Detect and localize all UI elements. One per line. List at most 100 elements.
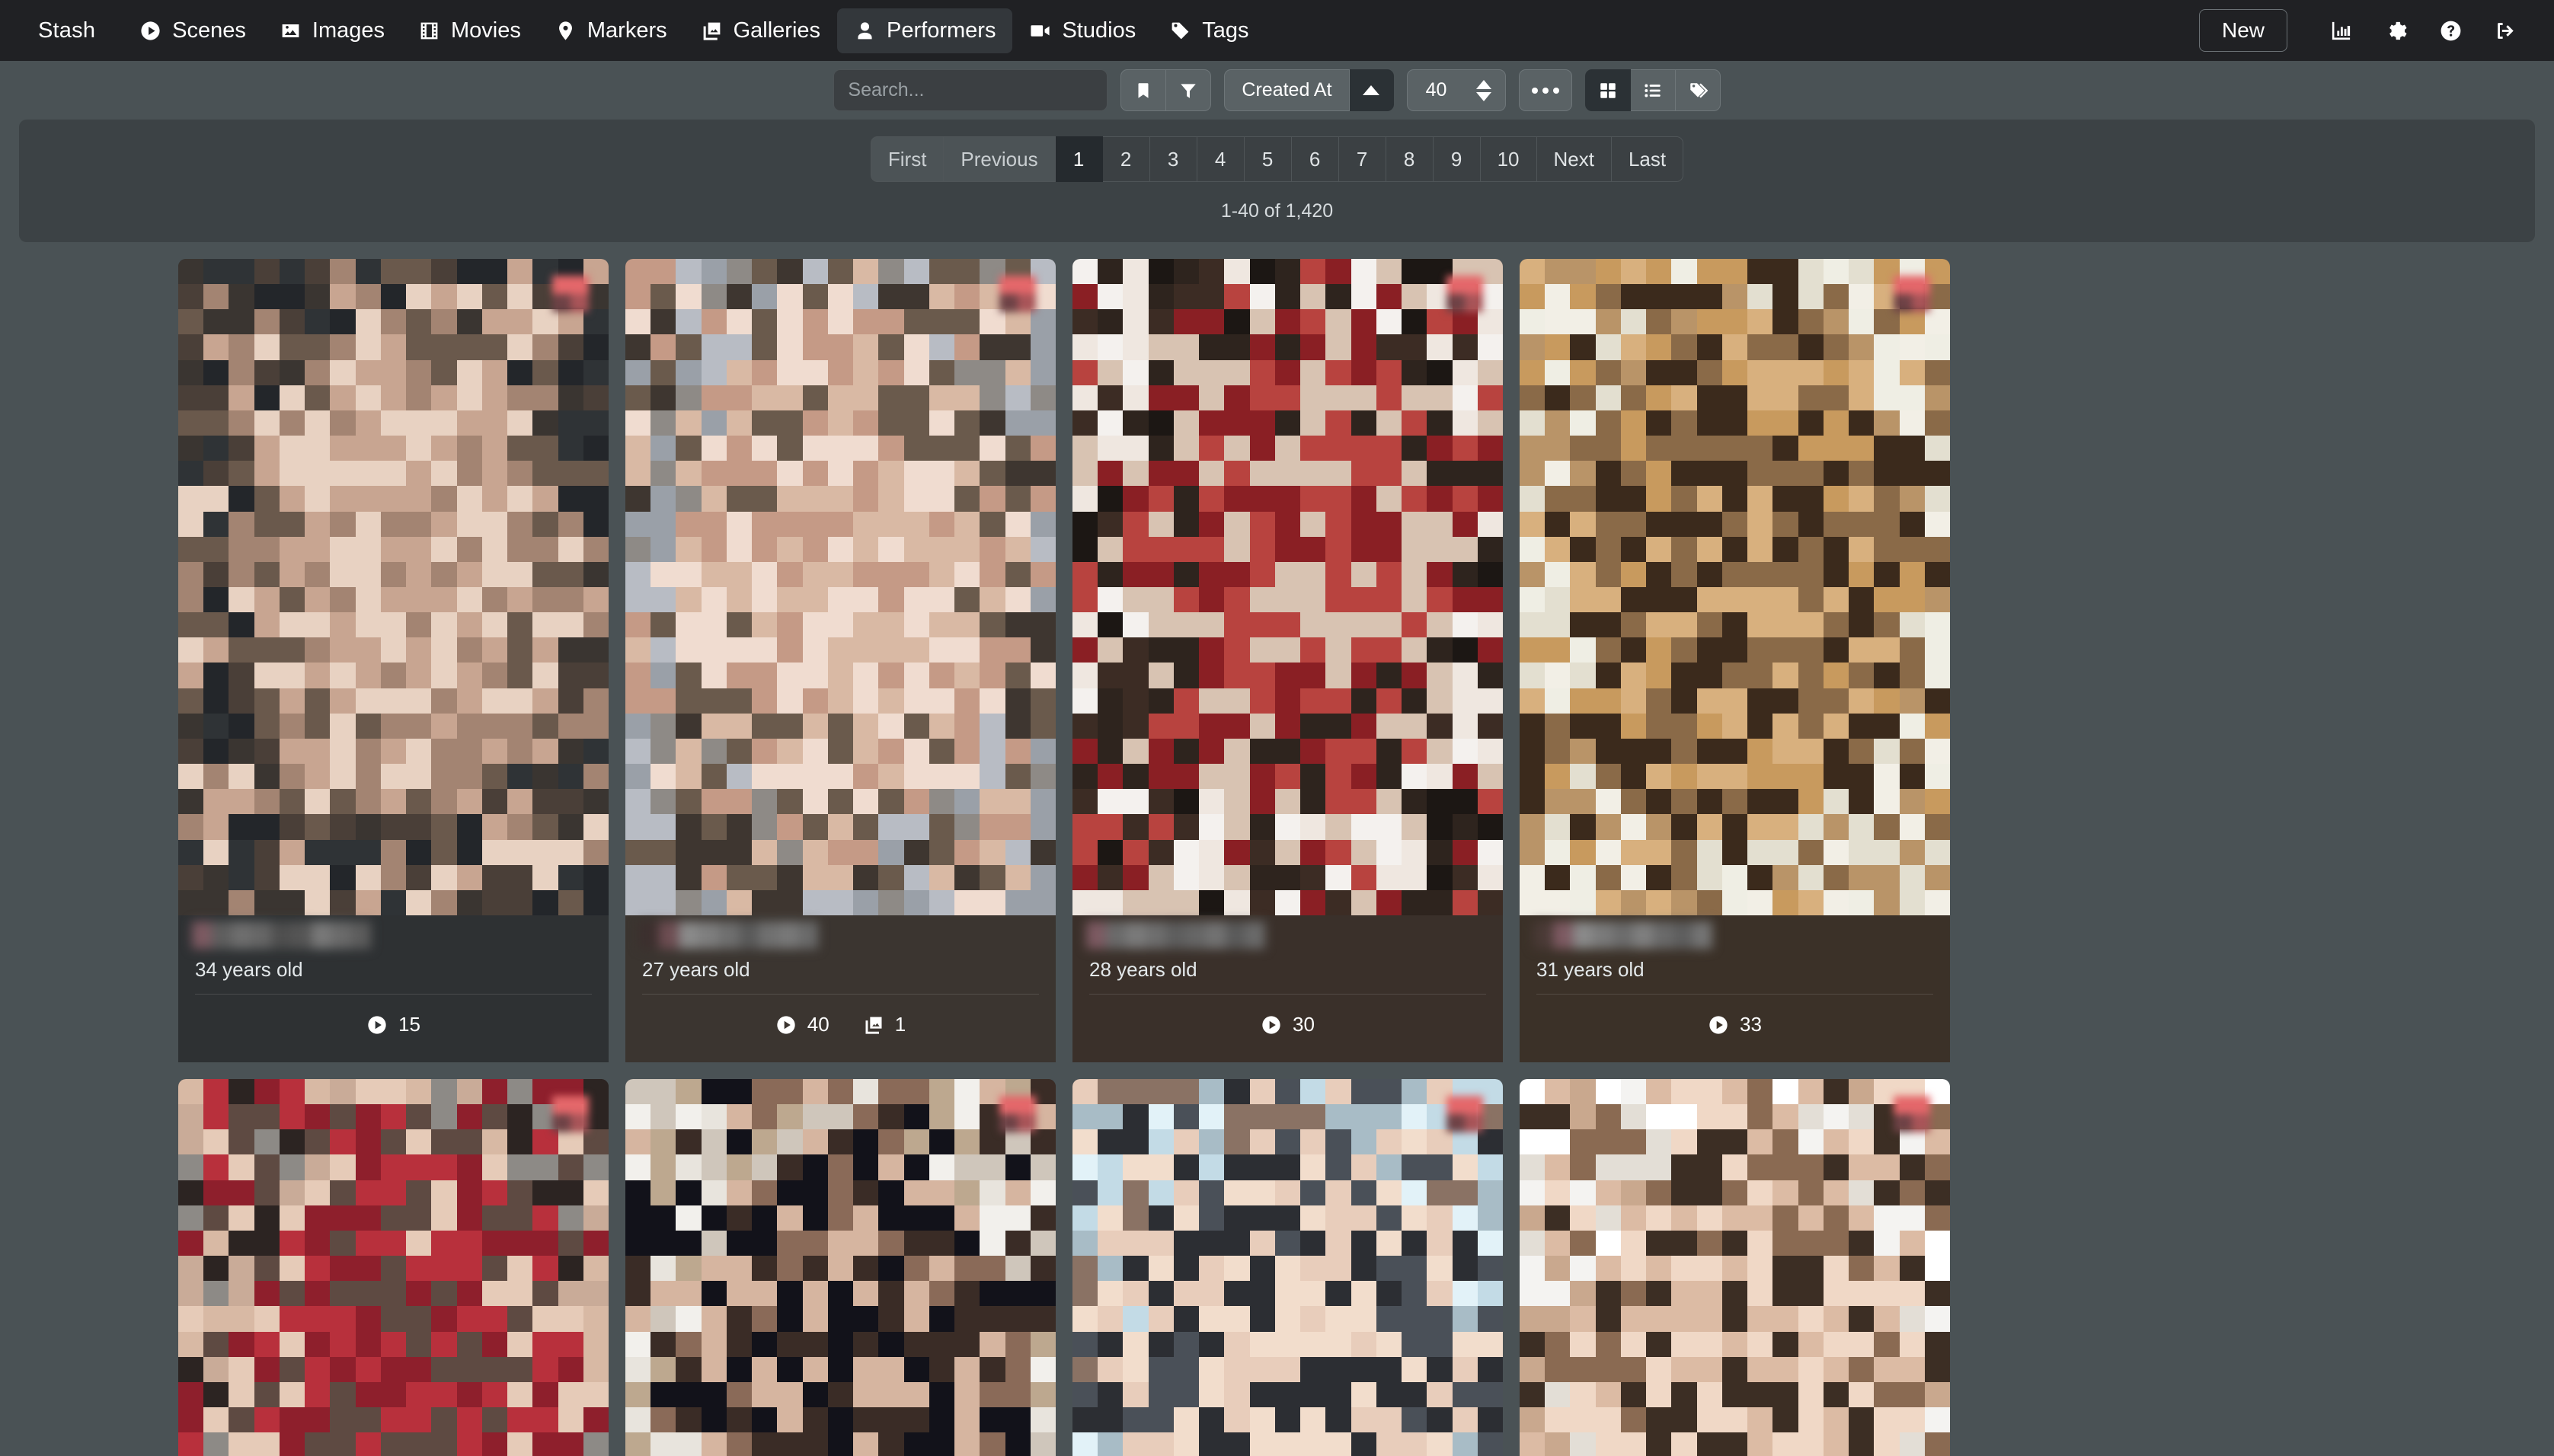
performer-card-body: 27 years old 40 1 bbox=[625, 921, 1056, 1062]
result-count: 1-40 of 1,420 bbox=[1220, 200, 1334, 222]
pagination-first[interactable]: First bbox=[870, 136, 945, 182]
page-size-dropdown[interactable]: 40 bbox=[1406, 69, 1506, 111]
nav-item-label: Markers bbox=[587, 18, 667, 43]
sort-control-group: Created At bbox=[1224, 69, 1394, 111]
performer-name-redacted bbox=[639, 921, 818, 949]
scene-count-stat: 33 bbox=[1708, 1013, 1762, 1036]
person-icon bbox=[854, 20, 876, 42]
favorite-heart-icon[interactable] bbox=[1894, 1096, 1930, 1132]
favorite-heart-icon[interactable] bbox=[1894, 276, 1930, 312]
map-pin-icon bbox=[555, 20, 577, 42]
performer-photo bbox=[1520, 259, 1950, 915]
performer-image[interactable] bbox=[625, 1079, 1056, 1456]
nav-item-label: Images bbox=[312, 18, 385, 43]
galleries-icon bbox=[863, 1014, 884, 1036]
performer-name-redacted bbox=[1086, 921, 1265, 949]
scene-count-value: 30 bbox=[1293, 1013, 1315, 1036]
navbar-right-group: New bbox=[2198, 3, 2533, 58]
performer-card[interactable] bbox=[1072, 1079, 1503, 1456]
pagination-last[interactable]: Last bbox=[1611, 136, 1684, 182]
favorite-heart-icon[interactable] bbox=[1446, 276, 1483, 312]
app-brand[interactable]: Stash bbox=[21, 18, 112, 43]
performer-card-body: 28 years old 30 bbox=[1072, 921, 1503, 1062]
search-input[interactable] bbox=[833, 69, 1108, 111]
nav-item-studios[interactable]: Studios bbox=[1012, 8, 1152, 53]
nav-item-images[interactable]: Images bbox=[263, 8, 401, 53]
new-button[interactable]: New bbox=[2198, 9, 2287, 52]
nav-item-movies[interactable]: Movies bbox=[401, 8, 538, 53]
scene-count-value: 33 bbox=[1740, 1013, 1762, 1036]
performer-card[interactable]: 34 years old 15 bbox=[178, 259, 609, 1062]
ellipsis-icon[interactable] bbox=[1518, 69, 1572, 111]
galleries-icon bbox=[701, 20, 723, 42]
performer-image[interactable] bbox=[1072, 259, 1503, 915]
play-circle-icon bbox=[366, 1014, 388, 1036]
performer-image[interactable] bbox=[1520, 259, 1950, 915]
nav-item-scenes[interactable]: Scenes bbox=[123, 8, 263, 53]
sort-field-dropdown[interactable]: Created At bbox=[1224, 69, 1350, 111]
pagination-page-1[interactable]: 1 bbox=[1055, 136, 1103, 182]
performer-image[interactable] bbox=[1072, 1079, 1503, 1456]
nav-item-markers[interactable]: Markers bbox=[538, 8, 684, 53]
performer-card[interactable] bbox=[625, 1079, 1056, 1456]
performer-card[interactable]: 31 years old 33 bbox=[1520, 259, 1950, 1062]
funnel-icon[interactable] bbox=[1166, 69, 1212, 111]
favorite-heart-icon[interactable] bbox=[999, 276, 1036, 312]
stats-chart-icon[interactable] bbox=[2313, 3, 2368, 58]
play-circle-icon bbox=[1261, 1014, 1282, 1036]
nav-item-performers[interactable]: Performers bbox=[837, 8, 1013, 53]
performer-image[interactable] bbox=[625, 259, 1056, 915]
performer-stats: 40 1 bbox=[625, 995, 1056, 1036]
performer-age: 28 years old bbox=[1089, 958, 1197, 981]
nav-item-tags[interactable]: Tags bbox=[1152, 8, 1265, 53]
list-view-icon[interactable] bbox=[1630, 69, 1676, 111]
scene-count-value: 40 bbox=[807, 1013, 829, 1036]
performer-card[interactable] bbox=[1520, 1079, 1950, 1456]
tagger-view-icon[interactable] bbox=[1675, 69, 1721, 111]
pagination-page-5[interactable]: 5 bbox=[1244, 136, 1292, 182]
main-navbar: Stash Scenes Images Movies Markers Galleries… bbox=[0, 0, 2554, 61]
gear-icon[interactable] bbox=[2368, 3, 2423, 58]
performer-photo bbox=[1072, 259, 1503, 915]
pagination-page-2[interactable]: 2 bbox=[1102, 136, 1150, 182]
performer-image[interactable] bbox=[178, 259, 609, 915]
performer-photo bbox=[625, 1079, 1056, 1456]
pagination-page-3[interactable]: 3 bbox=[1149, 136, 1197, 182]
nav-item-label: Tags bbox=[1202, 18, 1249, 43]
nav-item-label: Movies bbox=[451, 18, 521, 43]
sort-direction-button[interactable] bbox=[1349, 69, 1394, 111]
scene-count-stat: 30 bbox=[1261, 1013, 1315, 1036]
performer-card[interactable]: 25 years old31 bbox=[178, 1079, 609, 1456]
nav-items: Scenes Images Movies Markers Galleries Perfor… bbox=[123, 8, 1265, 53]
performer-card[interactable]: 28 years old 30 bbox=[1072, 259, 1503, 1062]
more-options-group bbox=[1518, 69, 1572, 111]
tag-icon bbox=[1169, 20, 1191, 42]
pagination-page-9[interactable]: 9 bbox=[1433, 136, 1481, 182]
gallery-count-stat: 1 bbox=[863, 1013, 906, 1036]
pagination-next[interactable]: Next bbox=[1536, 136, 1612, 182]
favorite-heart-icon[interactable] bbox=[1446, 1096, 1483, 1132]
pagination-previous[interactable]: Previous bbox=[944, 136, 1056, 182]
nav-item-galleries[interactable]: Galleries bbox=[684, 8, 837, 53]
performer-age: 34 years old bbox=[195, 958, 303, 981]
favorite-heart-icon[interactable] bbox=[552, 1096, 589, 1132]
performer-photo bbox=[178, 1079, 609, 1456]
performer-card[interactable]: 27 years old 40 1 bbox=[625, 259, 1056, 1062]
help-circle-icon[interactable] bbox=[2423, 3, 2478, 58]
pagination-panel: First Previous 1 2 3 4 5 6 7 8 9 10 Next Last 1-40 of… bbox=[19, 120, 2535, 242]
pagination-page-10[interactable]: 10 bbox=[1480, 136, 1537, 182]
pagination-page-8[interactable]: 8 bbox=[1386, 136, 1434, 182]
pagination-page-4[interactable]: 4 bbox=[1197, 136, 1245, 182]
performer-stats: 33 bbox=[1520, 995, 1950, 1036]
performer-name-redacted bbox=[1533, 921, 1712, 949]
pagination-page-7[interactable]: 7 bbox=[1338, 136, 1386, 182]
bookmark-icon[interactable] bbox=[1120, 69, 1167, 111]
favorite-heart-icon[interactable] bbox=[552, 276, 589, 312]
performer-image[interactable] bbox=[178, 1079, 609, 1456]
grid-view-icon[interactable] bbox=[1584, 69, 1631, 111]
logout-icon[interactable] bbox=[2478, 3, 2533, 58]
favorite-heart-icon[interactable] bbox=[999, 1096, 1036, 1132]
scene-count-value: 15 bbox=[398, 1013, 420, 1036]
pagination-page-6[interactable]: 6 bbox=[1291, 136, 1339, 182]
performer-image[interactable] bbox=[1520, 1079, 1950, 1456]
